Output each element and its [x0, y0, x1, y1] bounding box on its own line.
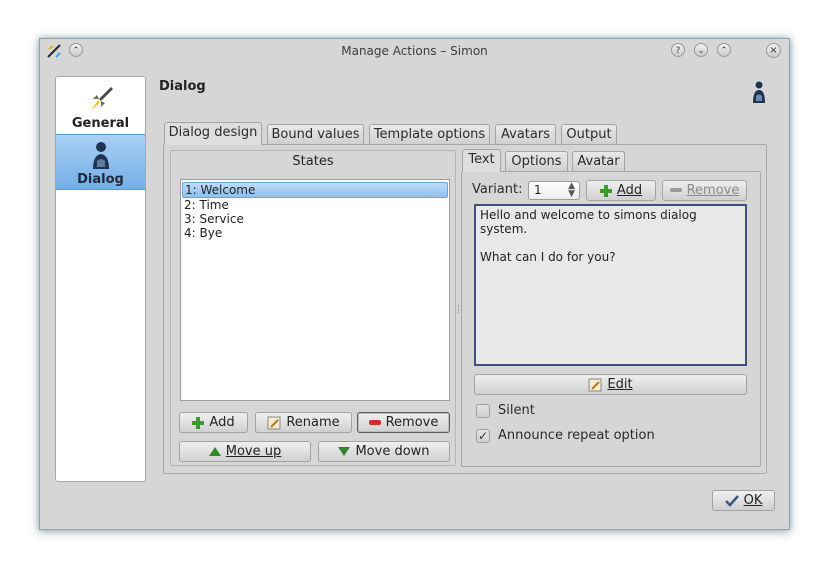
button-label: Remove [686, 183, 740, 198]
tab-output[interactable]: Output [561, 124, 617, 145]
states-list[interactable]: 1: Welcome 2: Time 3: Service 4: Bye [180, 179, 450, 401]
remove-variant-button[interactable]: Remove [662, 180, 747, 201]
tab-label: Bound values [271, 127, 360, 142]
states-group: States 1: Welcome 2: Time 3: Service 4: … [170, 150, 456, 466]
checkmark-icon [724, 494, 739, 507]
list-item[interactable]: 2: Time [181, 198, 449, 212]
dialog-design-panel: States 1: Welcome 2: Time 3: Service 4: … [163, 144, 767, 474]
list-item[interactable]: 4: Bye [181, 226, 449, 240]
tab-avatars[interactable]: Avatars [495, 124, 556, 145]
maximize-button[interactable]: ⌃ [717, 43, 731, 57]
silent-label[interactable]: Silent [498, 403, 535, 418]
plus-icon [599, 184, 612, 197]
dialog-text-area[interactable]: Hello and welcome to simons dialog syste… [474, 204, 747, 366]
add-variant-button[interactable]: Add [586, 180, 656, 201]
sidebar-item-general[interactable]: General [56, 79, 145, 133]
list-item[interactable]: 1: Welcome [182, 182, 448, 198]
person-icon [93, 142, 109, 169]
tab-label: Template options [373, 127, 486, 142]
button-label: Add [616, 183, 643, 198]
tab-label: Text [468, 152, 495, 167]
sidebar: General Dialog [55, 76, 146, 482]
pencil-icon [267, 416, 281, 429]
page-title: Dialog [159, 79, 206, 94]
tab-bound-values[interactable]: Bound values [267, 124, 364, 145]
button-label: OK [743, 493, 763, 508]
tab-text[interactable]: Text [462, 149, 501, 172]
arrow-down-icon [338, 447, 351, 456]
rename-state-button[interactable]: Rename [255, 412, 352, 433]
person-icon [753, 81, 765, 103]
minimize-button[interactable]: ⌄ [694, 43, 708, 57]
manage-actions-window: ⌃ Manage Actions – Simon ? ⌄ ⌃ × General… [39, 38, 790, 530]
sidebar-item-label: General [71, 116, 130, 131]
tab-options[interactable]: Options [505, 151, 568, 172]
remove-state-button[interactable]: Remove [357, 412, 450, 433]
button-label: Add [209, 415, 235, 430]
help-button[interactable]: ? [671, 43, 685, 57]
button-label: Edit [607, 377, 633, 392]
close-button[interactable]: × [766, 43, 781, 58]
tab-label: Dialog design [168, 125, 258, 140]
button-label: Move down [355, 444, 430, 459]
tab-label: Avatar [577, 154, 620, 169]
states-title: States [292, 154, 334, 169]
edit-button[interactable]: Edit [474, 374, 747, 395]
sidebar-item-label: Dialog [77, 172, 124, 187]
tab-template-options[interactable]: Template options [369, 124, 490, 145]
add-state-button[interactable]: Add [179, 412, 248, 433]
sidebar-item-dialog[interactable]: Dialog [56, 134, 145, 190]
move-up-button[interactable]: Move up [179, 441, 311, 462]
tab-label: Options [511, 154, 562, 169]
plus-icon [192, 416, 205, 429]
tab-label: Avatars [501, 127, 550, 142]
variant-value: 1 [534, 183, 542, 197]
minus-icon [368, 419, 381, 425]
tab-label: Output [566, 127, 612, 142]
move-down-button[interactable]: Move down [318, 441, 450, 462]
pencil-icon [588, 378, 602, 391]
announce-repeat-label[interactable]: Announce repeat option [498, 428, 655, 443]
spin-arrows-icon[interactable]: ▲ ▼ [568, 182, 575, 199]
title-bar[interactable]: ⌃ Manage Actions – Simon ? ⌄ ⌃ × [40, 39, 789, 63]
variant-label: Variant: [472, 182, 523, 197]
variant-spinbox[interactable]: 1 ▲ ▼ [528, 181, 580, 200]
silent-checkbox[interactable] [476, 404, 490, 418]
arrow-up-icon [208, 447, 221, 456]
rocket-icon [91, 87, 113, 111]
list-item[interactable]: 3: Service [181, 212, 449, 226]
ok-button[interactable]: OK [712, 490, 775, 511]
tab-dialog-design[interactable]: Dialog design [164, 122, 262, 145]
minus-icon [669, 188, 682, 192]
button-label: Remove [385, 415, 439, 430]
button-label: Move up [225, 444, 282, 459]
text-tab-panel: Variant: 1 ▲ ▼ Add Remove Hello and welco… [461, 171, 761, 467]
tab-avatar[interactable]: Avatar [572, 151, 625, 172]
button-label: Rename [286, 415, 340, 430]
announce-repeat-checkbox[interactable]: ✓ [476, 429, 490, 443]
